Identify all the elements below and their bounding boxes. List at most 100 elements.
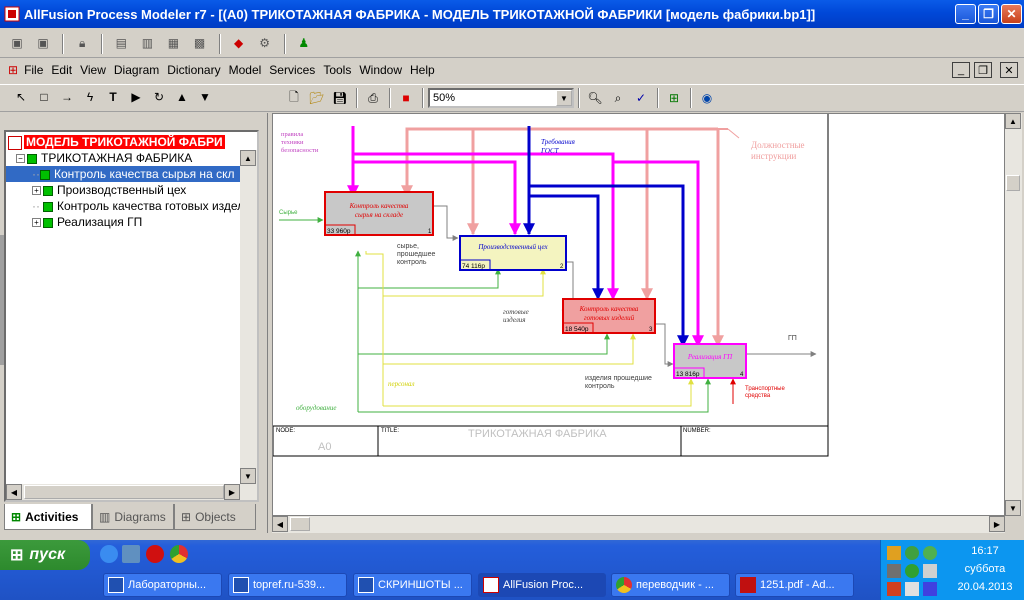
tray-keyboard-icon[interactable] [887,564,901,578]
undo-icon[interactable]: ↻ [148,86,170,108]
task-screenshots[interactable]: СКРИНШОТЫ ... [353,573,472,597]
task-translator[interactable]: переводчик - ... [611,573,730,597]
tree-icon[interactable]: ⊞ [663,87,685,109]
activity-box-1[interactable]: Контроль качества сырья на складе 33 960р… [324,191,434,236]
scroll-left-icon[interactable]: ◀ [272,516,288,532]
menu-model[interactable]: Model [229,63,262,77]
ie-icon[interactable] [100,545,118,563]
text-tool-icon[interactable]: T [102,86,124,108]
box-tool-icon[interactable]: □ [33,86,55,108]
menu-help[interactable]: Help [410,63,435,77]
scroll-right-icon[interactable]: ▶ [224,484,240,500]
mdi-close-button[interactable]: ✕ [1000,62,1018,78]
volume-icon[interactable] [905,582,919,596]
canvas-hscroll[interactable]: ◀ ▶ [272,516,1005,533]
squiggle-tool-icon[interactable]: ϟ [79,86,101,108]
minimize-button[interactable]: _ [955,4,976,24]
tree-vscroll[interactable]: ▲ ▼ [240,150,257,484]
tree-root[interactable]: МОДЕЛЬ ТРИКОТАЖНОЙ ФАБРИ [8,134,225,150]
people-icon[interactable]: ♟ [293,32,315,54]
model-alt-icon[interactable]: ▣ [32,32,54,54]
new-icon[interactable]: 🗋︎ [283,87,305,109]
scroll-down-icon[interactable]: ▼ [1005,500,1021,516]
tray-status-icon[interactable] [923,546,937,560]
next-icon[interactable]: ▶ [125,86,147,108]
menu-file[interactable]: File [24,63,43,77]
restore-button[interactable]: ❐ [978,4,999,24]
collapse-icon[interactable]: − [16,154,25,164]
zoom-select[interactable]: 50% ▼ [428,88,574,108]
task-topref[interactable]: topref.ru-539... [228,573,347,597]
tree-hscroll[interactable]: ◀ ▶ [6,484,257,500]
scroll-left-icon[interactable]: ◀ [6,484,22,500]
mdi-restore-button[interactable]: ❐ [974,62,992,78]
tab-objects[interactable]: ⊞ Objects [174,504,256,530]
globe-icon[interactable]: ◉ [696,87,718,109]
canvas-vscroll[interactable]: ▲ ▼ [1005,113,1022,516]
scroll-up-icon[interactable]: ▲ [240,150,256,166]
down-icon[interactable]: ▼ [194,86,216,108]
menu-window[interactable]: Window [359,63,402,77]
opera-icon[interactable] [146,545,164,563]
up-icon[interactable]: ▲ [171,86,193,108]
pointer-icon[interactable]: ↖ [10,86,32,108]
tools-icon[interactable]: ⚙ [254,32,276,54]
tray-network-icon[interactable] [905,546,919,560]
save-icon[interactable]: 💾︎ [329,87,351,109]
chart-icon[interactable]: ▥ [136,32,158,54]
chrome-icon[interactable] [170,545,188,563]
bookmark-icon[interactable]: ◆ [228,32,250,54]
diagram-canvas[interactable]: Контроль качества сырья на складе 33 960р… [272,113,1005,516]
spell-check-icon[interactable]: ✓ [630,87,652,109]
mdi-minimize-button[interactable]: _ [952,62,970,78]
tree-item-sales[interactable]: + Реализация ГП [32,214,142,230]
scroll-thumb[interactable] [290,517,310,531]
activity-box-3[interactable]: Контроль качества готовых изделий 18 540р… [562,298,656,334]
scroll-thumb[interactable] [24,485,224,499]
tree-item-production[interactable]: + Производственный цех [32,182,186,198]
tab-activities[interactable]: ⊞ Activities [4,504,92,530]
menu-edit[interactable]: Edit [51,63,72,77]
table-icon[interactable]: ▩ [189,32,211,54]
menu-dictionary[interactable]: Dictionary [167,63,220,77]
open-icon[interactable]: 📂︎ [306,87,328,109]
desktop-icon[interactable] [122,545,140,563]
tray-shield-icon[interactable] [887,582,901,596]
scroll-down-icon[interactable]: ▼ [240,468,256,484]
menu-services[interactable]: Services [269,63,315,77]
arrow-tool-icon[interactable]: → [56,86,78,108]
tree-item-factory[interactable]: − ТРИКОТАЖНАЯ ФАБРИКА [16,150,192,166]
clock-time[interactable]: 16:17 [961,545,1009,557]
activity-box-2[interactable]: Производственный цех 74 116р 2 [459,235,567,271]
menu-diagram[interactable]: Diagram [114,63,159,77]
tray-bluetooth-icon[interactable] [923,582,937,596]
report-icon[interactable]: ▤ [110,32,132,54]
tab-diagrams[interactable]: ▥ Diagrams [92,504,174,530]
tray-app-icon[interactable] [887,546,901,560]
print-icon[interactable]: ⎙ [362,87,384,109]
tree-item-goods-control[interactable]: ·· Контроль качества готовых издел [32,198,244,214]
activity-box-4[interactable]: Реализация ГП 13 816р 4 [673,343,747,379]
zoom-fit-icon[interactable]: ⌕ [607,87,629,109]
close-button[interactable]: ✕ [1001,4,1022,24]
expand-icon[interactable]: + [32,218,41,228]
scroll-up-icon[interactable]: ▲ [1005,113,1021,129]
tray-sync-icon[interactable] [905,564,919,578]
expand-icon[interactable]: + [32,186,41,196]
grid-icon[interactable]: ▦ [162,32,184,54]
menu-view[interactable]: View [80,63,106,77]
lock-icon[interactable]: 🔒︎ [71,33,93,55]
tray-monitor-icon[interactable] [923,564,937,578]
zoom-in-icon[interactable]: 🔍︎ [584,87,606,109]
model-icon[interactable]: ▣ [6,32,28,54]
menu-tools[interactable]: Tools [323,63,351,77]
task-allfusion[interactable]: AllFusion Proc... [478,573,606,597]
scroll-thumb[interactable] [1006,175,1020,191]
tree-item-raw-control[interactable]: ·· Контроль качества сырья на скл [6,166,257,182]
start-button[interactable]: ⊞ пуск [0,540,90,570]
chevron-down-icon[interactable]: ▼ [556,90,572,106]
task-lab[interactable]: Лабораторны... [103,573,222,597]
color-icon[interactable]: ■ [395,87,417,109]
task-pdf[interactable]: 1251.pdf - Ad... [735,573,854,597]
scroll-right-icon[interactable]: ▶ [989,516,1005,532]
